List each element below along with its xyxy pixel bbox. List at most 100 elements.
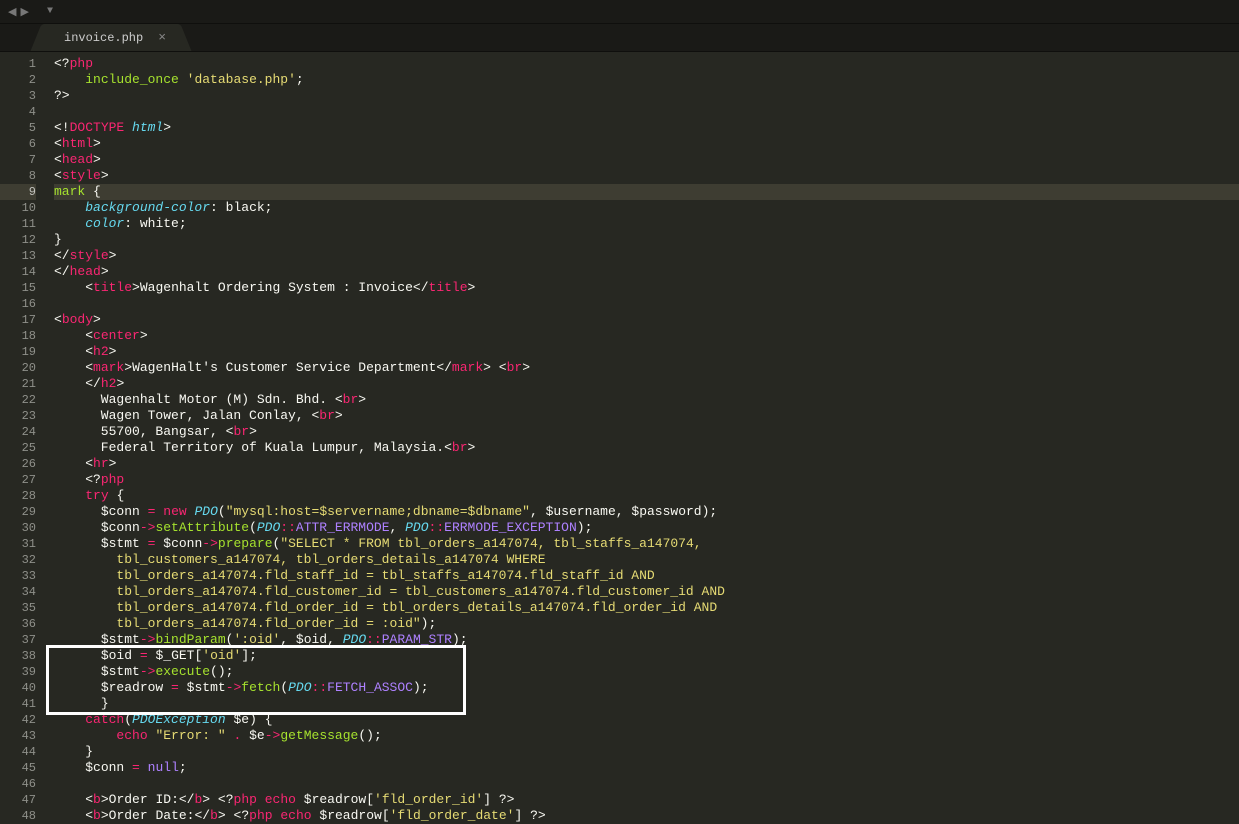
line-number: 1 [0, 56, 36, 72]
line-number: 2 [0, 72, 36, 88]
code-line[interactable]: } [54, 744, 1239, 760]
line-number: 32 [0, 552, 36, 568]
line-number: 48 [0, 808, 36, 824]
code-line[interactable]: </head> [54, 264, 1239, 280]
line-number: 3 [0, 88, 36, 104]
line-number: 27 [0, 472, 36, 488]
line-number: 20 [0, 360, 36, 376]
code-line[interactable]: <hr> [54, 456, 1239, 472]
code-line[interactable] [54, 104, 1239, 120]
line-number: 41 [0, 696, 36, 712]
code-line[interactable]: echo "Error: " . $e->getMessage(); [54, 728, 1239, 744]
code-line[interactable]: <mark>WagenHalt's Customer Service Depar… [54, 360, 1239, 376]
code-line[interactable]: <title>Wagenhalt Ordering System : Invoi… [54, 280, 1239, 296]
code-line[interactable]: include_once 'database.php'; [54, 72, 1239, 88]
line-number: 22 [0, 392, 36, 408]
code-line[interactable]: $conn->setAttribute(PDO::ATTR_ERRMODE, P… [54, 520, 1239, 536]
code-line[interactable]: Wagenhalt Motor (M) Sdn. Bhd. <br> [54, 392, 1239, 408]
code-line[interactable]: <?php [54, 56, 1239, 72]
code-line[interactable]: <?php [54, 472, 1239, 488]
line-number: 19 [0, 344, 36, 360]
line-number: 16 [0, 296, 36, 312]
code-line[interactable]: <!DOCTYPE html> [54, 120, 1239, 136]
code-line[interactable]: <b>Order ID:</b> <?php echo $readrow['fl… [54, 792, 1239, 808]
code-line[interactable]: <h2> [54, 344, 1239, 360]
code-line[interactable]: <center> [54, 328, 1239, 344]
code-line[interactable]: background-color: black; [54, 200, 1239, 216]
line-number: 33 [0, 568, 36, 584]
line-number: 43 [0, 728, 36, 744]
code-line[interactable]: tbl_customers_a147074, tbl_orders_detail… [54, 552, 1239, 568]
line-number: 36 [0, 616, 36, 632]
line-number: 13 [0, 248, 36, 264]
line-gutter: 1234567891011121314151617181920212223242… [0, 52, 46, 763]
line-number: 31 [0, 536, 36, 552]
code-line[interactable]: ?> [54, 88, 1239, 104]
line-number: 11 [0, 216, 36, 232]
line-number: 6 [0, 136, 36, 152]
tab-bar: invoice.php × [0, 24, 1239, 52]
code-area[interactable]: <?php include_once 'database.php';?> <!DO… [46, 52, 1239, 763]
code-line[interactable]: <style> [54, 168, 1239, 184]
line-number: 40 [0, 680, 36, 696]
code-line[interactable]: } [54, 696, 1239, 712]
dropdown-icon[interactable]: ▼ [47, 6, 53, 17]
line-number: 5 [0, 120, 36, 136]
line-number: 35 [0, 600, 36, 616]
line-number: 42 [0, 712, 36, 728]
code-line[interactable]: 55700, Bangsar, <br> [54, 424, 1239, 440]
code-line[interactable]: try { [54, 488, 1239, 504]
code-line[interactable]: color: white; [54, 216, 1239, 232]
line-number: 8 [0, 168, 36, 184]
code-line[interactable]: </style> [54, 248, 1239, 264]
line-number: 25 [0, 440, 36, 456]
tab-invoice-php[interactable]: invoice.php × [46, 24, 176, 51]
code-line[interactable]: $stmt->execute(); [54, 664, 1239, 680]
title-bar: ◀ ▶ ▼ [0, 0, 1239, 24]
code-line[interactable]: mark { [54, 184, 1239, 200]
line-number: 34 [0, 584, 36, 600]
code-line[interactable] [54, 296, 1239, 312]
line-number: 44 [0, 744, 36, 760]
line-number: 10 [0, 200, 36, 216]
code-line[interactable]: catch(PDOException $e) { [54, 712, 1239, 728]
code-line[interactable]: tbl_orders_a147074.fld_order_id = tbl_or… [54, 600, 1239, 616]
code-line[interactable]: </h2> [54, 376, 1239, 392]
line-number: 12 [0, 232, 36, 248]
code-line[interactable]: <b>Order Date:</b> <?php echo $readrow['… [54, 808, 1239, 824]
line-number: 18 [0, 328, 36, 344]
code-line[interactable]: Federal Territory of Kuala Lumpur, Malay… [54, 440, 1239, 456]
code-line[interactable]: $conn = new PDO("mysql:host=$servername;… [54, 504, 1239, 520]
close-icon[interactable]: × [158, 30, 166, 45]
code-line[interactable]: Wagen Tower, Jalan Conlay, <br> [54, 408, 1239, 424]
line-number: 23 [0, 408, 36, 424]
code-line[interactable] [54, 776, 1239, 792]
code-line[interactable]: $conn = null; [54, 760, 1239, 776]
code-line[interactable]: <html> [54, 136, 1239, 152]
editor: 1234567891011121314151617181920212223242… [0, 52, 1239, 763]
code-line[interactable]: $readrow = $stmt->fetch(PDO::FETCH_ASSOC… [54, 680, 1239, 696]
code-line[interactable]: <body> [54, 312, 1239, 328]
code-line[interactable]: $stmt = $conn->prepare("SELECT * FROM tb… [54, 536, 1239, 552]
line-number: 9 [0, 184, 36, 200]
code-line[interactable]: $oid = $_GET['oid']; [54, 648, 1239, 664]
line-number: 46 [0, 776, 36, 792]
code-line[interactable]: $stmt->bindParam(':oid', $oid, PDO::PARA… [54, 632, 1239, 648]
code-line[interactable]: <head> [54, 152, 1239, 168]
line-number: 47 [0, 792, 36, 808]
line-number: 30 [0, 520, 36, 536]
line-number: 15 [0, 280, 36, 296]
code-line[interactable]: tbl_orders_a147074.fld_staff_id = tbl_st… [54, 568, 1239, 584]
nav-forward-icon[interactable]: ▶ [20, 5, 28, 19]
line-number: 38 [0, 648, 36, 664]
line-number: 24 [0, 424, 36, 440]
line-number: 29 [0, 504, 36, 520]
nav-back-icon[interactable]: ◀ [8, 5, 16, 19]
code-line[interactable]: tbl_orders_a147074.fld_order_id = :oid")… [54, 616, 1239, 632]
line-number: 26 [0, 456, 36, 472]
line-number: 17 [0, 312, 36, 328]
code-line[interactable]: tbl_orders_a147074.fld_customer_id = tbl… [54, 584, 1239, 600]
code-line[interactable]: } [54, 232, 1239, 248]
line-number: 37 [0, 632, 36, 648]
nav-arrows: ◀ ▶ [8, 5, 29, 19]
